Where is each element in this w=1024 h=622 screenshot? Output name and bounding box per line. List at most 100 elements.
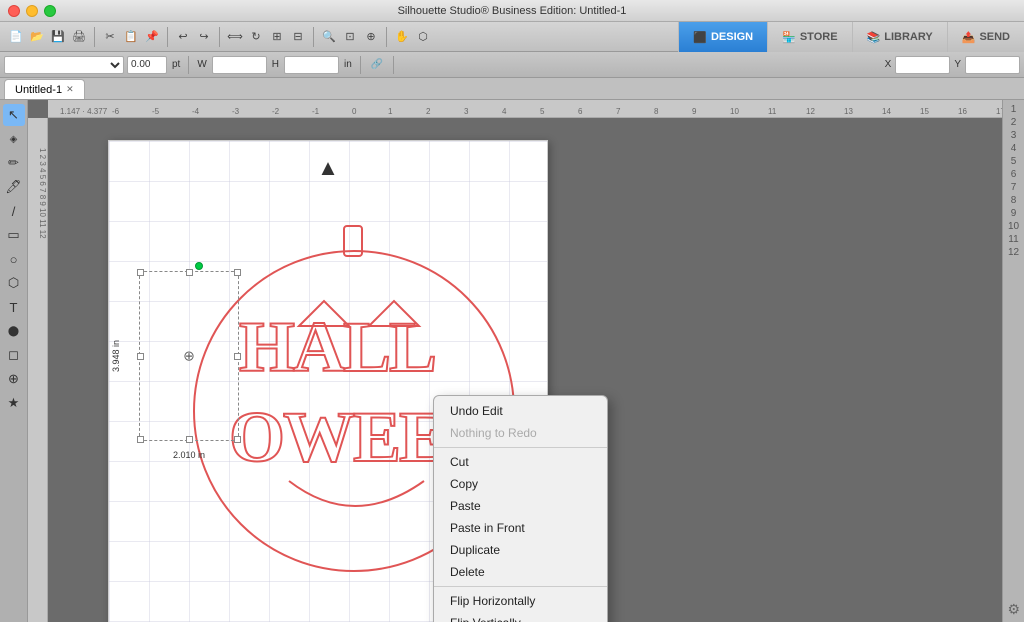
minimize-button[interactable] [26, 5, 38, 17]
ruler-tick-14: 14 [882, 107, 891, 116]
ellipse-tool[interactable]: ○ [3, 248, 25, 270]
tab-row: Untitled-1 ✕ [0, 78, 1024, 100]
title-bar: Silhouette Studio® Business Edition: Unt… [0, 0, 1024, 22]
sel-handle-mr[interactable] [234, 353, 241, 360]
window-controls[interactable] [8, 5, 56, 17]
copy-nav-icon[interactable]: 📋 [121, 27, 141, 47]
mode-design-label: DESIGN [711, 31, 753, 43]
cm-copy[interactable]: Copy [434, 473, 607, 495]
zoom-out-icon[interactable]: 🔍 [319, 27, 339, 47]
rect-tool[interactable]: ▭ [3, 224, 25, 246]
node-edit-icon[interactable]: ⬡ [413, 27, 433, 47]
ruler-tick--3: -3 [232, 107, 239, 116]
node-tool[interactable]: ◈ [3, 128, 25, 150]
font-size-input[interactable] [127, 56, 167, 74]
rp-4[interactable]: 4 [1011, 143, 1017, 154]
open-icon[interactable]: 📂 [27, 27, 47, 47]
polygon-tool[interactable]: ⬡ [3, 272, 25, 294]
pen-tool[interactable]: 🖊 [3, 176, 25, 198]
nav-group-transform: ⟺ ↻ ⊞ ⊟ [225, 27, 308, 47]
ruler-tick--2: -2 [272, 107, 279, 116]
x-label: X [883, 59, 894, 70]
rotate-icon[interactable]: ↻ [246, 27, 266, 47]
zoom-tool[interactable]: ⊕ [3, 368, 25, 390]
tab-close-icon[interactable]: ✕ [66, 84, 74, 95]
cm-duplicate[interactable]: Duplicate [434, 539, 607, 561]
tab-untitled-1[interactable]: Untitled-1 ✕ [4, 79, 85, 99]
left-toolbar: ↖ ◈ ✏ 🖊 / ▭ ○ ⬡ T ⬤ ◻ ⊕ ★ [0, 100, 28, 622]
nav-group-misc: ✋ ⬡ [392, 27, 433, 47]
tab-label: Untitled-1 [15, 84, 62, 96]
rp-1[interactable]: 1 [1011, 104, 1017, 115]
sel-handle-br[interactable] [234, 436, 241, 443]
ungroup-icon[interactable]: ⊟ [288, 27, 308, 47]
cm-paste[interactable]: Paste [434, 495, 607, 517]
center-crosshair: ⊕ [183, 348, 195, 365]
mode-library-button[interactable]: 📚 LIBRARY [852, 22, 947, 52]
nav-sep-3 [219, 27, 220, 47]
group-icon[interactable]: ⊞ [267, 27, 287, 47]
cm-paste-in-front[interactable]: Paste in Front [434, 517, 607, 539]
ruler-tick-16: 16 [958, 107, 967, 116]
canvas-area: 1.147 · 4.377 -6 -5 -4 -3 -2 -1 0 1 2 3 … [28, 100, 1002, 622]
cm-delete[interactable]: Delete [434, 561, 607, 583]
rp-9[interactable]: 9 [1011, 208, 1017, 219]
mirror-icon[interactable]: ⟺ [225, 27, 245, 47]
cm-flip-horizontally[interactable]: Flip Horizontally [434, 590, 607, 612]
width-input[interactable]: 0.000 [212, 56, 267, 74]
rp-5[interactable]: 5 [1011, 156, 1017, 167]
print-icon[interactable]: 🖨 [69, 27, 89, 47]
rp-7[interactable]: 7 [1011, 182, 1017, 193]
undo-icon[interactable]: ↩ [173, 27, 193, 47]
new-icon[interactable]: 📄 [6, 27, 26, 47]
mode-store-button[interactable]: 🏪 STORE [767, 22, 851, 52]
close-button[interactable] [8, 5, 20, 17]
gear-icon[interactable]: ⚙ [1007, 601, 1020, 618]
rp-12[interactable]: 12 [1008, 247, 1019, 258]
sel-handle-bm[interactable] [186, 436, 193, 443]
paste-icon[interactable]: 📌 [142, 27, 162, 47]
rp-10[interactable]: 10 [1008, 221, 1019, 232]
fill-tool[interactable]: ⬤ [3, 320, 25, 342]
eraser-tool[interactable]: ◻ [3, 344, 25, 366]
sel-handle-tr[interactable] [234, 269, 241, 276]
rp-3[interactable]: 3 [1011, 130, 1017, 141]
sel-handle-tl[interactable] [137, 269, 144, 276]
mode-design-button[interactable]: ⬛ DESIGN [678, 22, 767, 52]
sel-handle-bl[interactable] [137, 436, 144, 443]
rp-2[interactable]: 2 [1011, 117, 1017, 128]
rotation-handle[interactable] [195, 262, 203, 270]
maximize-button[interactable] [44, 5, 56, 17]
sel-handle-tm[interactable] [186, 269, 193, 276]
ruler-tick-6: 6 [578, 107, 582, 116]
x-coord-input[interactable]: 1.663 [895, 56, 950, 74]
font-select[interactable] [4, 56, 124, 74]
send-icon: 📤 [962, 31, 976, 44]
pt-label: pt [170, 59, 182, 70]
star-tool[interactable]: ★ [3, 392, 25, 414]
rp-11[interactable]: 11 [1008, 234, 1018, 245]
sel-handle-ml[interactable] [137, 353, 144, 360]
y-coord-input[interactable]: 4.137 [965, 56, 1020, 74]
save-icon[interactable]: 💾 [48, 27, 68, 47]
cm-cut[interactable]: Cut [434, 451, 607, 473]
mode-send-button[interactable]: 📤 SEND [947, 22, 1024, 52]
cm-undo-edit[interactable]: Undo Edit [434, 400, 607, 422]
cut-icon[interactable]: ✂ [100, 27, 120, 47]
context-menu: Undo Edit Nothing to Redo Cut Copy Paste… [433, 395, 608, 622]
cm-flip-vertically[interactable]: Flip Vertically [434, 612, 607, 622]
line-tool[interactable]: / [3, 200, 25, 222]
zoom-in-icon[interactable]: ⊕ [361, 27, 381, 47]
hand-icon[interactable]: ✋ [392, 27, 412, 47]
rp-8[interactable]: 8 [1011, 195, 1017, 206]
lock-aspect-icon[interactable]: 🔗 [367, 55, 387, 75]
mode-store-label: STORE [800, 31, 838, 43]
select-tool[interactable]: ↖ [3, 104, 25, 126]
text-tool[interactable]: T [3, 296, 25, 318]
tb2-sep-2 [360, 56, 361, 74]
rp-6[interactable]: 6 [1011, 169, 1017, 180]
zoom-fit-icon[interactable]: ⊡ [340, 27, 360, 47]
draw-tool[interactable]: ✏ [3, 152, 25, 174]
height-input[interactable]: 0.000 [284, 56, 339, 74]
redo-icon[interactable]: ↪ [194, 27, 214, 47]
